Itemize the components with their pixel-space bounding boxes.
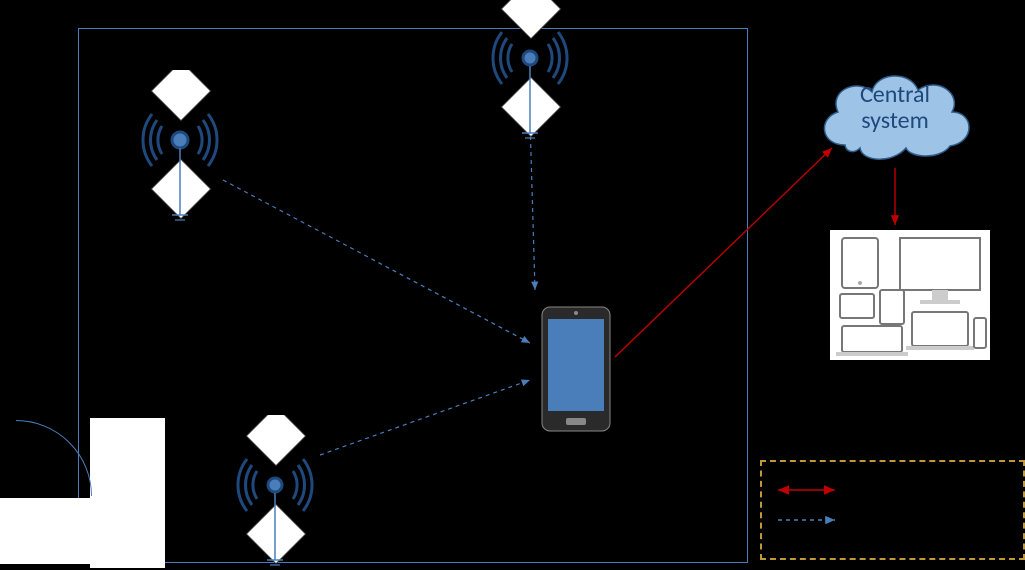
door-block [90,418,165,568]
wall-block [0,498,92,564]
beacon-bottom [225,415,325,570]
cloud-label: Central system [825,82,965,135]
smartphone-icon [540,305,612,433]
device-group-icon [830,230,990,360]
diagram-stage: Central system [0,0,1025,570]
beacon-top-left [130,70,230,230]
beacon-top-mid [480,0,580,148]
legend-box [760,460,1025,560]
